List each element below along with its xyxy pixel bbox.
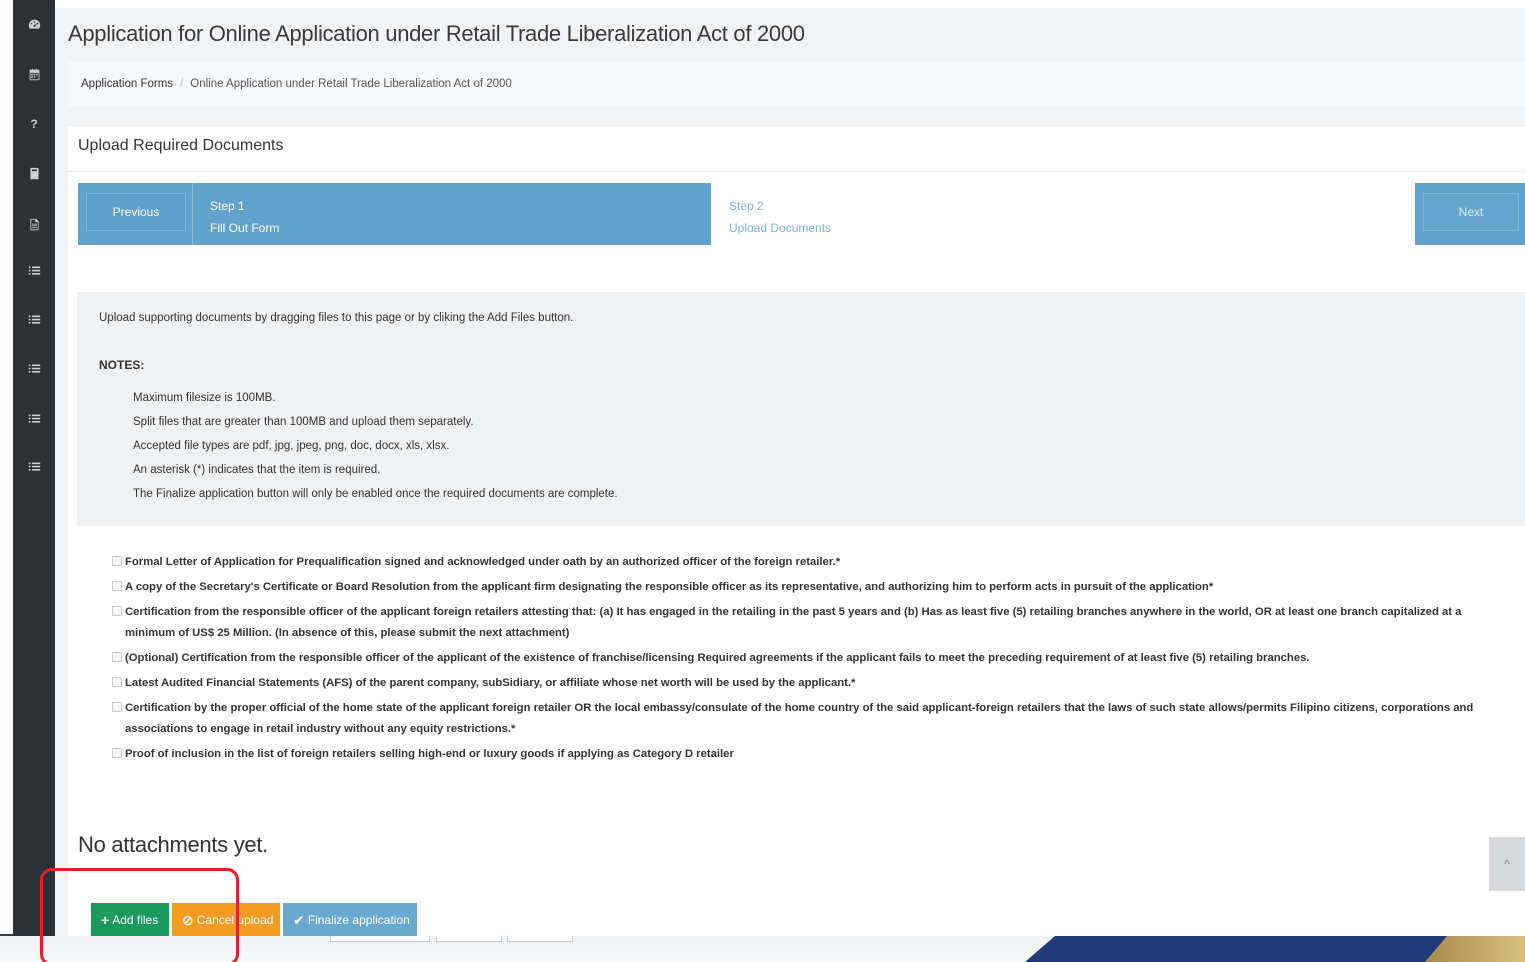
list-icon[interactable] [13,257,55,283]
wizard-current-section: Step 2 Upload Documents [711,183,1415,245]
list-icon[interactable] [13,306,55,332]
note-item: Accepted file types are pdf, jpg, jpeg, … [133,440,450,452]
requirement-label: A copy of the Secretary's Certificate or… [125,581,1214,593]
wizard-steps: Previous Step 1 Fill Out Form Step 2 Upl… [78,183,1525,245]
panel-title: Upload Required Documents [78,137,284,154]
notes-heading: NOTES: [99,358,145,372]
notes-list: Maximum filesize is 100MB. Split files t… [133,390,618,510]
note-item: An asterisk (*) indicates that the item … [133,464,381,476]
note-item: The Finalize application button will onl… [133,488,618,500]
chevron-up-icon: ^ [1504,857,1510,871]
app-window: ? Application for Online Application und… [0,0,1525,937]
step-label: Upload Documents [729,221,832,235]
decorative-tab [330,936,430,942]
requirement-item: (Optional) Certification from the respon… [112,648,1502,669]
page-title: Application for Online Application under… [68,21,805,46]
breadcrumb-separator: / [180,78,184,90]
finalize-application-label: Finalize application [307,913,410,927]
instructions-text: Upload supporting documents by dragging … [99,312,574,324]
requirement-item: Certification from the responsible offic… [112,602,1502,644]
step-number: Step 2 [729,199,764,213]
dashboard-icon[interactable] [13,11,55,37]
requirement-checkbox[interactable] [112,702,122,712]
breadcrumb-root-link[interactable]: Application Forms [81,78,173,90]
scroll-to-top-button[interactable]: ^ [1489,837,1525,891]
step-label: Fill Out Form [210,221,280,235]
wizard-step-1[interactable]: Step 1 Fill Out Form [210,195,279,239]
finalize-application-button[interactable]: ✔ Finalize application [283,903,417,937]
note-item: Split files that are greater than 100MB … [133,416,474,428]
requirement-item: Formal Letter of Application for Prequal… [112,552,1502,573]
note-item: Maximum filesize is 100MB. [133,392,276,404]
book-icon[interactable] [13,160,55,186]
requirement-checkbox[interactable] [112,748,122,758]
wizard-next-section: Next [1415,183,1525,245]
requirements-list: Formal Letter of Application for Prequal… [112,552,1502,769]
document-icon[interactable] [13,211,55,237]
upload-panel: Upload Required Documents Previous Step … [68,127,1525,937]
upload-instructions: Upload supporting documents by dragging … [77,292,1525,526]
divider [192,183,193,245]
requirement-item: A copy of the Secretary's Certificate or… [112,577,1502,598]
previous-button[interactable]: Previous [86,193,186,231]
question-icon[interactable]: ? [13,111,55,137]
requirement-checkbox[interactable] [112,652,122,662]
step-number: Step 1 [210,199,245,213]
requirement-checkbox[interactable] [112,581,122,591]
no-attachments-text: No attachments yet. [78,832,268,857]
wizard-completed-section: Previous Step 1 Fill Out Form [78,183,711,245]
requirement-label: Certification by the proper official of … [125,702,1474,735]
decorative-tab [507,936,573,942]
list-icon[interactable] [13,355,55,381]
requirement-checkbox[interactable] [112,556,122,566]
breadcrumb-current: Online Application under Retail Trade Li… [190,78,512,90]
sidebar: ? [13,0,55,936]
wizard-step-2[interactable]: Step 2 Upload Documents [729,195,831,239]
decorative-tab [436,936,502,942]
calendar-icon[interactable] [13,61,55,87]
requirement-item: Certification by the proper official of … [112,698,1502,740]
divider [68,171,1525,172]
requirement-label: Formal Letter of Application for Prequal… [125,556,841,568]
breadcrumb: Application Forms / Online Application u… [68,62,1525,106]
requirement-label: Certification from the responsible offic… [125,606,1462,639]
main-content: Application for Online Application under… [55,8,1525,937]
requirement-checkbox[interactable] [112,677,122,687]
requirement-label: (Optional) Certification from the respon… [125,652,1310,664]
list-icon[interactable] [13,405,55,431]
check-icon: ✔ [293,911,305,928]
requirement-item: Proof of inclusion in the list of foreig… [112,744,1502,765]
list-icon[interactable] [13,453,55,479]
requirement-checkbox[interactable] [112,606,122,616]
requirement-label: Proof of inclusion in the list of foreig… [125,748,734,760]
requirement-label: Latest Audited Financial Statements (AFS… [125,677,856,689]
annotation-highlight-box [40,868,239,962]
requirement-item: Latest Audited Financial Statements (AFS… [112,673,1502,694]
next-button[interactable]: Next [1423,193,1519,231]
